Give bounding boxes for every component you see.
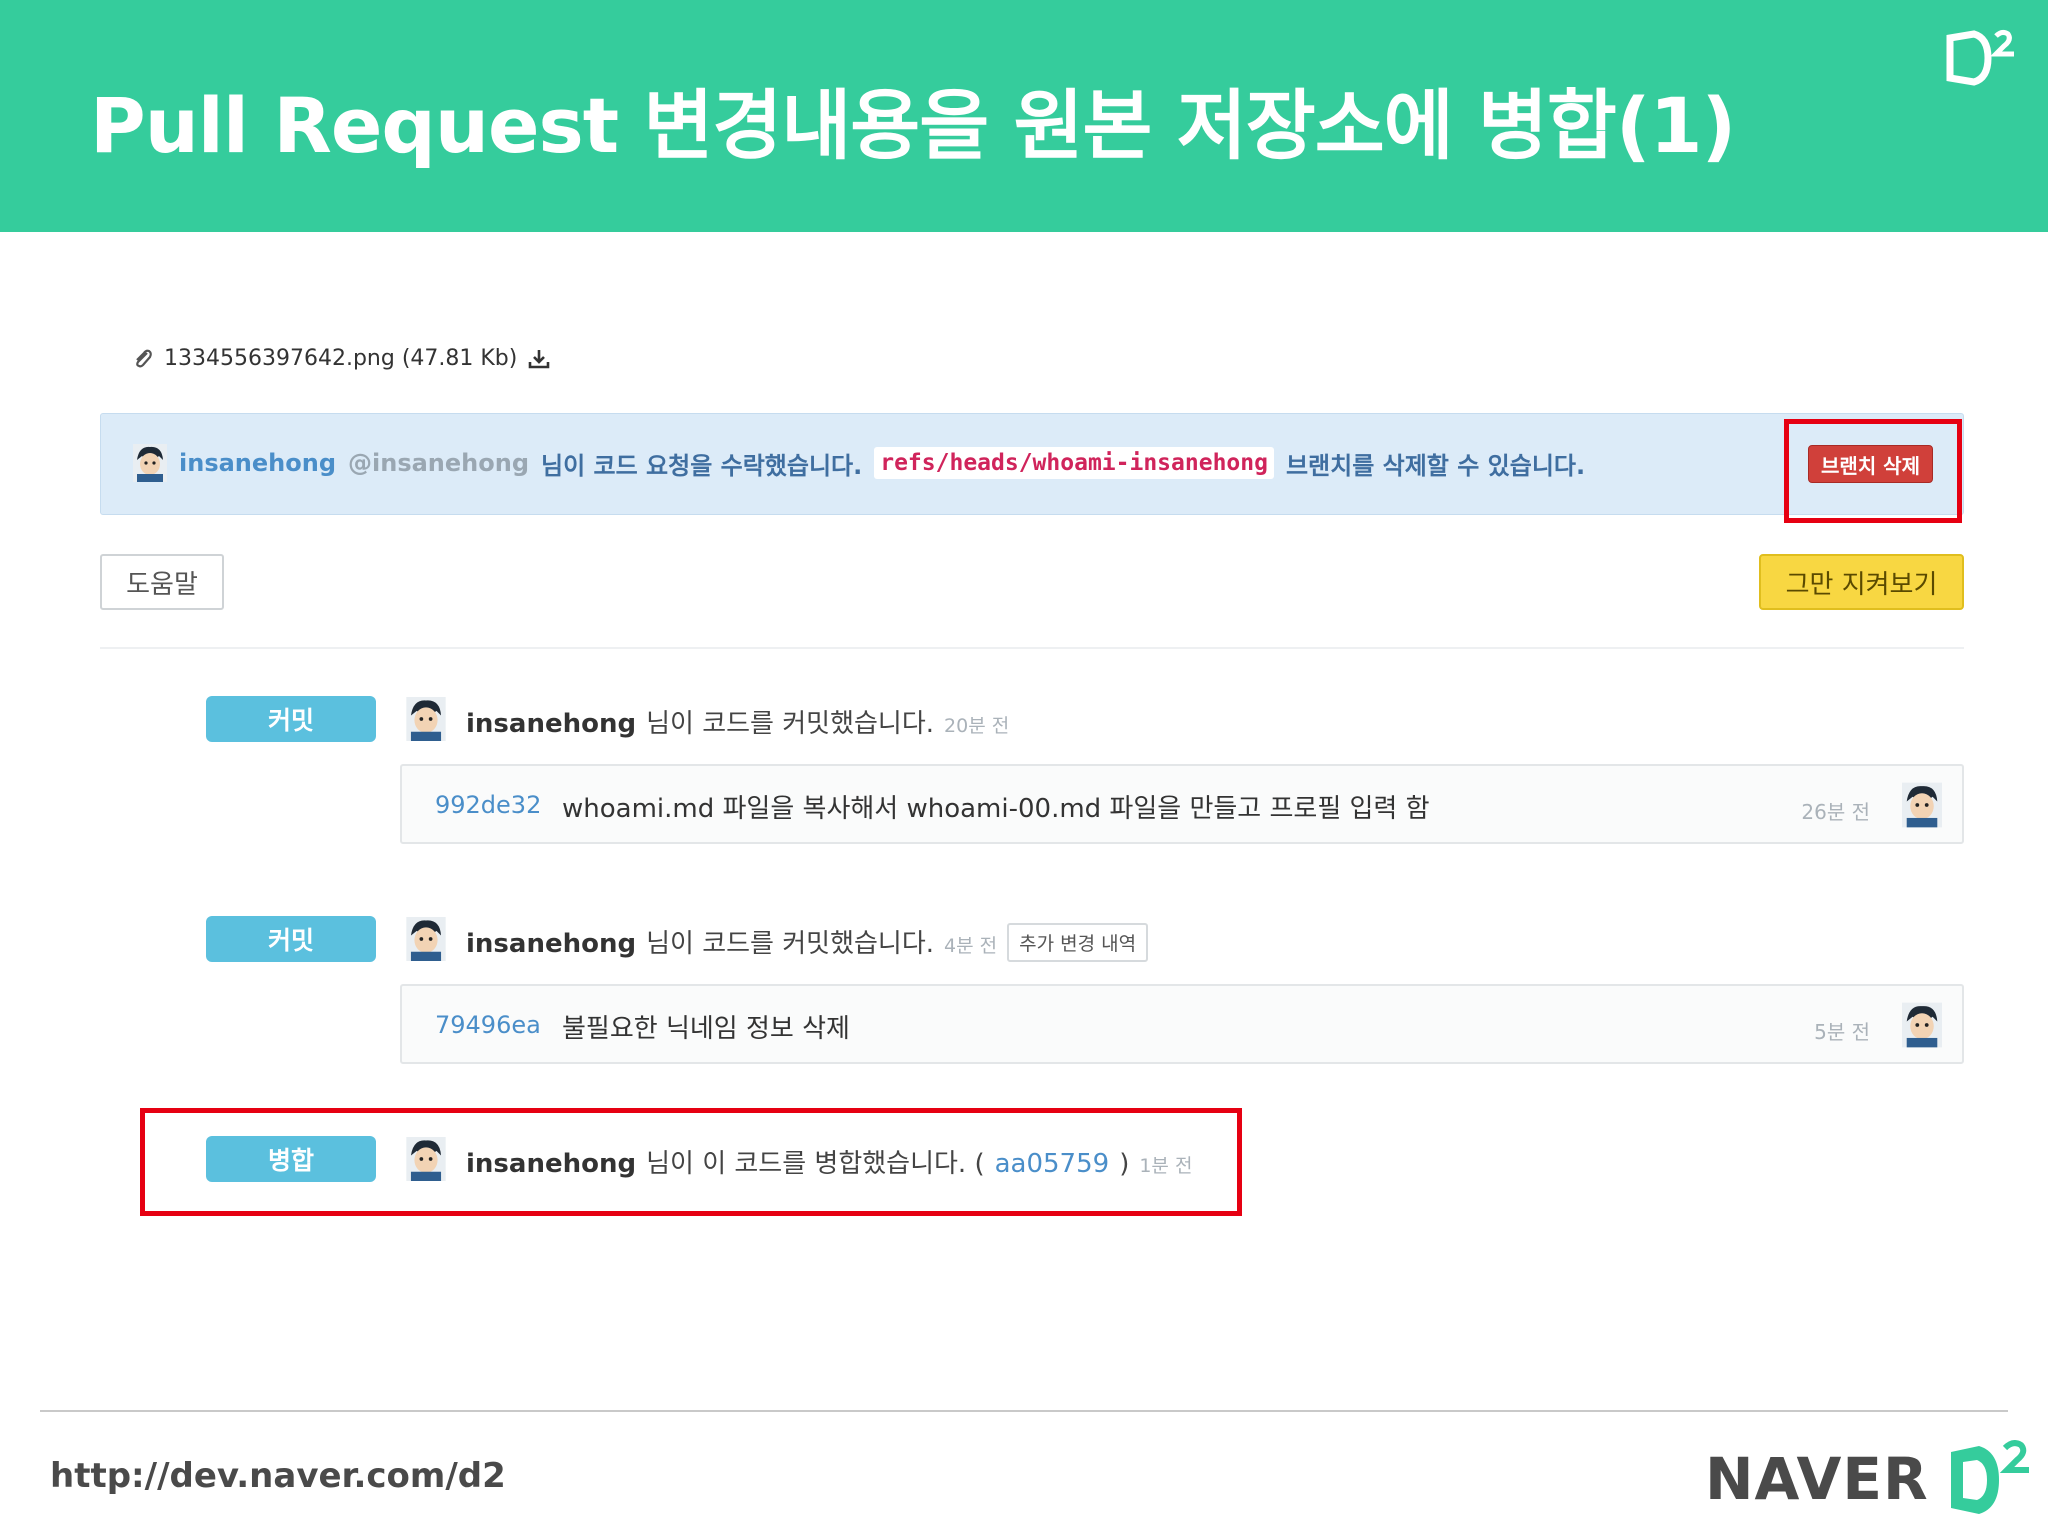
- attachment-line: 1334556397642.png (47.81 Kb): [132, 346, 551, 371]
- commit-message: 불필요한 닉네임 정보 삭제: [562, 1014, 850, 1044]
- notice-user-handle: @insanehong: [348, 449, 529, 477]
- commit-row: 79496ea 불필요한 닉네임 정보 삭제 5분 전: [400, 984, 1964, 1064]
- paperclip-icon: [136, 349, 152, 367]
- unwatch-button[interactable]: 그만 지켜보기: [1759, 554, 1964, 610]
- avatar: [406, 917, 446, 961]
- event-line: insanehong 님이 코드를 커밋했습니다. 4분 전 추가 변경 내역: [466, 923, 1149, 962]
- merge-notice-bar: insanehong @insanehong 님이 코드 요청을 수락했습니다.…: [100, 413, 1964, 515]
- commit-sha-link[interactable]: 79496ea: [435, 1011, 541, 1039]
- title-banner: Pull Request 변경내용을 원본 저장소에 병합(1): [0, 0, 2048, 232]
- commit-time: 5분 전: [1814, 1020, 1870, 1044]
- delete-branch-button[interactable]: 브랜치 삭제: [1808, 445, 1933, 483]
- download-icon[interactable]: [527, 348, 551, 370]
- avatar: [406, 1137, 446, 1181]
- avatar: [406, 697, 446, 741]
- notice-user-link[interactable]: insanehong: [179, 449, 336, 477]
- event-text: 님이 이 코드를 병합했습니다. (: [646, 1149, 985, 1179]
- branch-name: refs/heads/whoami-insanehong: [874, 447, 1274, 479]
- commit-sha-link[interactable]: 992de32: [435, 791, 541, 819]
- event-user-link[interactable]: insanehong: [466, 929, 636, 959]
- divider: [100, 647, 1964, 649]
- event-text: 님이 코드를 커밋했습니다.: [646, 709, 935, 739]
- merge-sha-link[interactable]: aa05759: [995, 1149, 1110, 1179]
- commit-row: 992de32 whoami.md 파일을 복사해서 whoami-00.md …: [400, 764, 1964, 844]
- notice-text-before: 님이 코드 요청을 수락했습니다.: [541, 451, 863, 480]
- avatar: [1902, 782, 1942, 828]
- notice-text-after: 브랜치를 삭제할 수 있습니다.: [1285, 451, 1586, 480]
- event-time: 1분 전: [1139, 1155, 1193, 1177]
- attachment-filename[interactable]: 1334556397642.png (47.81 Kb): [164, 346, 517, 371]
- more-changes-button[interactable]: 추가 변경 내역: [1007, 923, 1149, 962]
- commit-event-label: 커밋: [206, 916, 376, 962]
- event-line: insanehong 님이 코드를 커밋했습니다. 20분 전: [466, 703, 1009, 740]
- help-button[interactable]: 도움말: [100, 554, 224, 610]
- event-line: insanehong 님이 이 코드를 병합했습니다. ( aa05759 ) …: [466, 1143, 1192, 1180]
- event-user-link[interactable]: insanehong: [466, 1149, 636, 1179]
- event-user-link[interactable]: insanehong: [466, 709, 636, 739]
- d2-logo-icon: [1950, 1440, 2029, 1514]
- slide-title: Pull Request 변경내용을 원본 저장소에 병합(1): [90, 81, 1736, 170]
- commit-time: 26분 전: [1801, 800, 1870, 824]
- naver-wordmark: NAVER: [1705, 1445, 1929, 1513]
- footer-url: http://dev.naver.com/d2: [50, 1456, 506, 1496]
- merge-event-label: 병합: [206, 1136, 376, 1182]
- event-text-close: ): [1119, 1149, 1130, 1179]
- avatar: [133, 444, 167, 482]
- commit-message: whoami.md 파일을 복사해서 whoami-00.md 파일을 만들고 …: [562, 794, 1430, 824]
- event-text: 님이 코드를 커밋했습니다.: [646, 929, 935, 959]
- event-time: 4분 전: [944, 935, 998, 957]
- d2-logo-icon: [1946, 29, 2014, 86]
- commit-event-label: 커밋: [206, 696, 376, 742]
- footer-divider: [40, 1410, 2008, 1412]
- avatar: [1902, 1002, 1942, 1048]
- naver-d2-logo: NAVER: [1705, 1440, 2033, 1518]
- event-time: 20분 전: [944, 715, 1010, 737]
